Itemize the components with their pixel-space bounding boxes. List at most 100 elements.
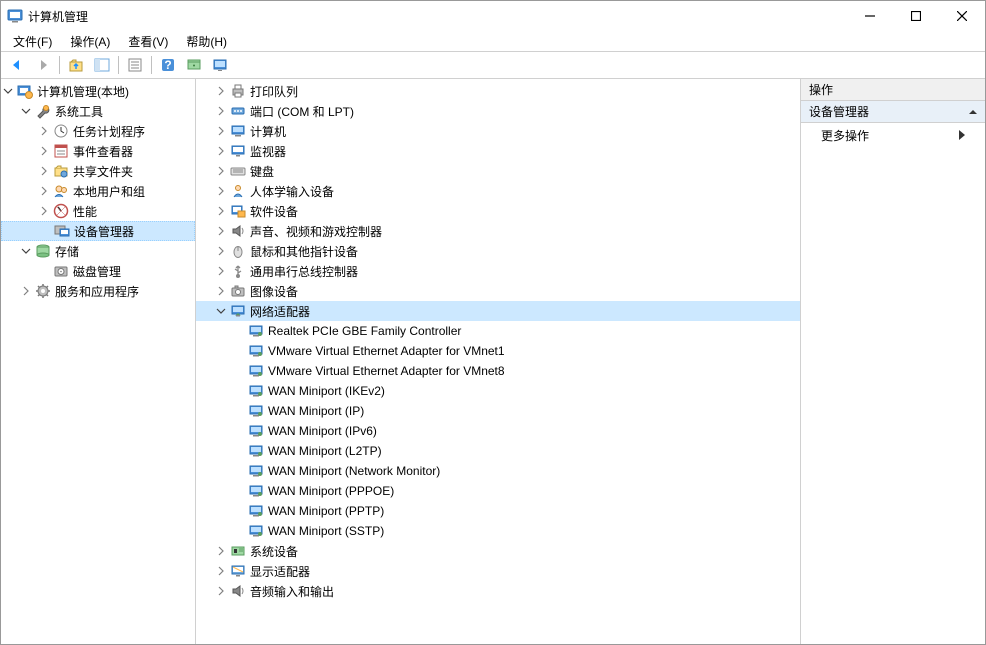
back-button[interactable] <box>5 54 29 76</box>
device-tree-item[interactable]: 系统设备 <box>196 541 800 561</box>
chevron-right-icon[interactable] <box>37 204 51 218</box>
tree-task-scheduler[interactable]: 任务计划程序 <box>1 121 195 141</box>
titlebar: 计算机管理 <box>1 1 985 31</box>
device-tree-item[interactable]: WAN Miniport (PPTP) <box>196 501 800 521</box>
chevron-right-icon[interactable] <box>19 284 33 298</box>
menubar: 文件(F) 操作(A) 查看(V) 帮助(H) <box>1 31 985 51</box>
tree-local-users[interactable]: 本地用户和组 <box>1 181 195 201</box>
device-tree-item[interactable]: WAN Miniport (SSTP) <box>196 521 800 541</box>
toolbar-separator <box>59 56 60 74</box>
perf-icon <box>53 203 69 219</box>
tree-item-label: 计算机管理(本地) <box>37 83 129 100</box>
audio-icon <box>230 223 246 239</box>
tree-system-tools[interactable]: 系统工具 <box>1 101 195 121</box>
device-tree-label: WAN Miniport (IPv6) <box>268 424 377 438</box>
chevron-right-icon[interactable] <box>214 164 228 178</box>
forward-button[interactable] <box>31 54 55 76</box>
device-tree-item[interactable]: 打印队列 <box>196 81 800 101</box>
chevron-right-icon[interactable] <box>214 104 228 118</box>
device-tree-label: VMware Virtual Ethernet Adapter for VMne… <box>268 344 505 358</box>
minimize-button[interactable] <box>847 1 893 31</box>
device-tree-panel[interactable]: 打印队列端口 (COM 和 LPT)计算机监视器键盘人体学输入设备软件设备声音、… <box>196 79 800 644</box>
device-tree-item[interactable]: 显示适配器 <box>196 561 800 581</box>
properties-button[interactable] <box>123 54 147 76</box>
chevron-right-icon[interactable] <box>214 284 228 298</box>
show-hide-tree-button[interactable] <box>90 54 114 76</box>
chevron-right-icon[interactable] <box>37 184 51 198</box>
left-tree-panel[interactable]: 计算机管理(本地) 系统工具任务计划程序事件查看器共享文件夹本地用户和组性能设备管… <box>1 79 196 644</box>
device-tree-item[interactable]: 软件设备 <box>196 201 800 221</box>
device-tree-item[interactable]: 图像设备 <box>196 281 800 301</box>
device-tree-label: 音频输入和输出 <box>250 583 334 600</box>
chevron-right-icon[interactable] <box>214 584 228 598</box>
tree-shared-folders[interactable]: 共享文件夹 <box>1 161 195 181</box>
tree-storage[interactable]: 存储 <box>1 241 195 261</box>
up-button[interactable] <box>64 54 88 76</box>
tree-item-label: 事件查看器 <box>73 143 133 160</box>
chevron-right-icon[interactable] <box>37 124 51 138</box>
device-tree-item[interactable]: 通用串行总线控制器 <box>196 261 800 281</box>
chevron-right-icon[interactable] <box>37 144 51 158</box>
device-tree-item[interactable]: WAN Miniport (L2TP) <box>196 441 800 461</box>
device-tree-item[interactable]: 人体学输入设备 <box>196 181 800 201</box>
menu-help[interactable]: 帮助(H) <box>178 31 235 52</box>
actions-section[interactable]: 设备管理器 <box>801 101 985 123</box>
device-tree-item[interactable]: 计算机 <box>196 121 800 141</box>
maximize-button[interactable] <box>893 1 939 31</box>
more-actions-item[interactable]: 更多操作 <box>801 123 985 147</box>
chevron-right-icon[interactable] <box>214 564 228 578</box>
chevron-down-icon[interactable] <box>214 304 228 318</box>
menu-file[interactable]: 文件(F) <box>5 31 60 52</box>
keyboard-icon <box>230 163 246 179</box>
tree-device-manager[interactable]: 设备管理器 <box>1 221 195 241</box>
chevron-right-icon[interactable] <box>37 164 51 178</box>
menu-view[interactable]: 查看(V) <box>120 31 176 52</box>
device-tree-item[interactable]: VMware Virtual Ethernet Adapter for VMne… <box>196 361 800 381</box>
chevron-right-icon[interactable] <box>214 84 228 98</box>
help-button[interactable]: ? <box>156 54 180 76</box>
device-tree-label: WAN Miniport (L2TP) <box>268 444 382 458</box>
chevron-right-icon[interactable] <box>214 264 228 278</box>
device-tree-item[interactable]: WAN Miniport (IP) <box>196 401 800 421</box>
device-tree-label: 打印队列 <box>250 83 298 100</box>
device-tree-item[interactable]: 鼠标和其他指针设备 <box>196 241 800 261</box>
chevron-right-icon[interactable] <box>214 244 228 258</box>
device-tree-item[interactable]: WAN Miniport (PPPOE) <box>196 481 800 501</box>
device-tree-item[interactable]: WAN Miniport (IPv6) <box>196 421 800 441</box>
chevron-right-icon[interactable] <box>214 144 228 158</box>
scan-button[interactable] <box>182 54 206 76</box>
chevron-down-icon[interactable] <box>19 104 33 118</box>
chevron-down-icon[interactable] <box>19 244 33 258</box>
chevron-right-icon[interactable] <box>214 224 228 238</box>
device-tree-item[interactable]: WAN Miniport (Network Monitor) <box>196 461 800 481</box>
monitor-button[interactable] <box>208 54 232 76</box>
menu-action[interactable]: 操作(A) <box>62 31 118 52</box>
chevron-right-icon[interactable] <box>214 124 228 138</box>
chevron-right-icon[interactable] <box>214 184 228 198</box>
tree-root[interactable]: 计算机管理(本地) <box>1 81 195 101</box>
tree-services[interactable]: 服务和应用程序 <box>1 281 195 301</box>
device-tree-item[interactable]: Realtek PCIe GBE Family Controller <box>196 321 800 341</box>
device-tree-item[interactable]: 网络适配器 <box>196 301 800 321</box>
device-tree-item[interactable]: 键盘 <box>196 161 800 181</box>
close-button[interactable] <box>939 1 985 31</box>
device-tree-label: VMware Virtual Ethernet Adapter for VMne… <box>268 364 505 378</box>
device-tree-label: WAN Miniport (PPTP) <box>268 504 384 518</box>
chevron-right-icon[interactable] <box>214 204 228 218</box>
device-tree-item[interactable]: VMware Virtual Ethernet Adapter for VMne… <box>196 341 800 361</box>
netcard-icon <box>248 403 264 419</box>
device-tree-item[interactable]: 监视器 <box>196 141 800 161</box>
device-tree-item[interactable]: 声音、视频和游戏控制器 <box>196 221 800 241</box>
device-tree-item[interactable]: 音频输入和输出 <box>196 581 800 601</box>
netcard-icon <box>248 523 264 539</box>
tree-event-viewer[interactable]: 事件查看器 <box>1 141 195 161</box>
chevron-down-icon[interactable] <box>1 84 15 98</box>
tree-disk-mgmt[interactable]: 磁盘管理 <box>1 261 195 281</box>
tree-item-label: 系统工具 <box>55 103 103 120</box>
tree-performance[interactable]: 性能 <box>1 201 195 221</box>
device-tree-item[interactable]: 端口 (COM 和 LPT) <box>196 101 800 121</box>
device-tree-label: 键盘 <box>250 163 274 180</box>
tree-item-label: 共享文件夹 <box>73 163 133 180</box>
device-tree-item[interactable]: WAN Miniport (IKEv2) <box>196 381 800 401</box>
chevron-right-icon[interactable] <box>214 544 228 558</box>
